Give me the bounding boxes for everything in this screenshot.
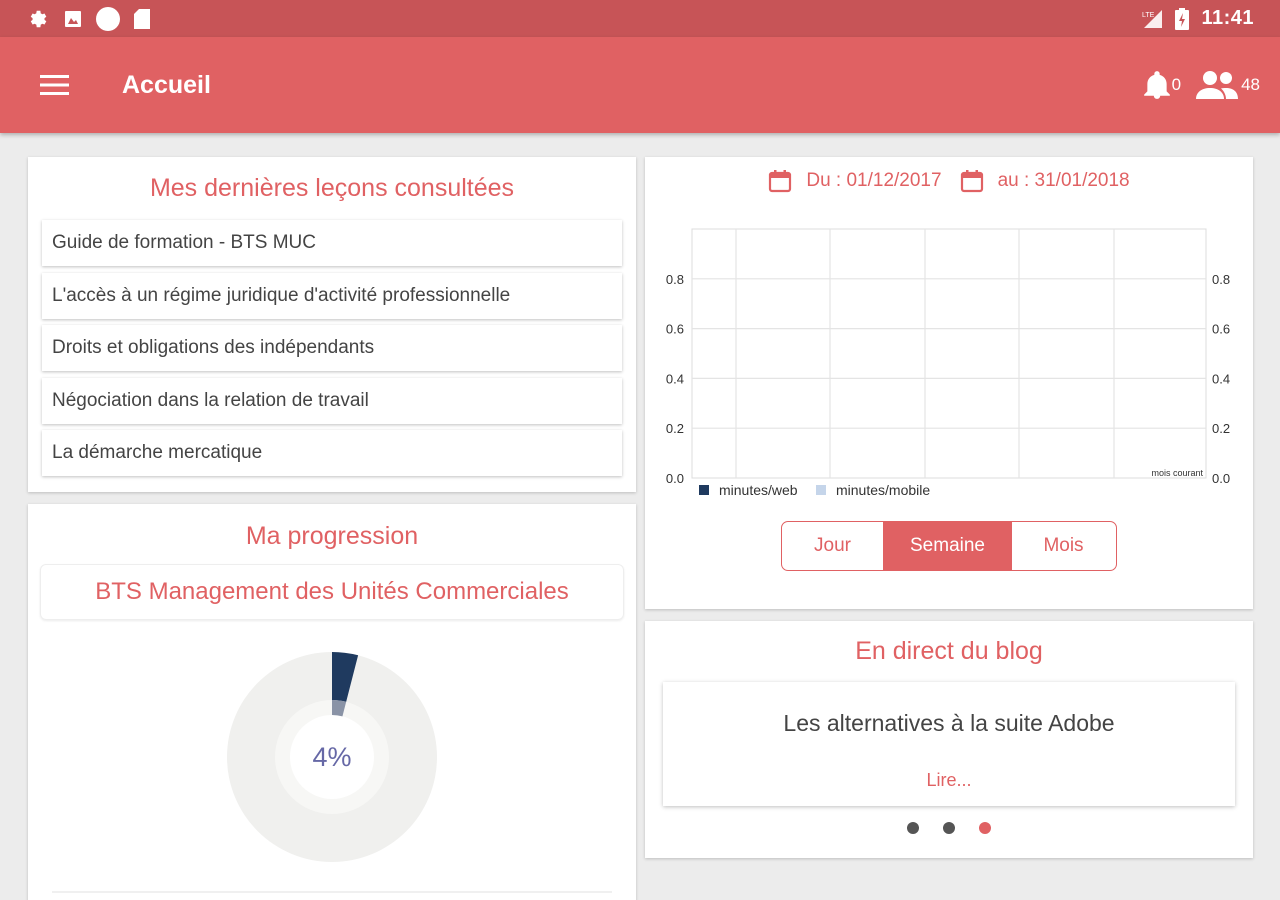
battery-charging-icon bbox=[1175, 7, 1190, 30]
gear-icon bbox=[30, 10, 47, 27]
blog-headline: Les alternatives à la suite Adobe bbox=[783, 710, 1115, 736]
blog-post-card[interactable]: Les alternatives à la suite Adobe Lire..… bbox=[663, 682, 1235, 806]
period-week-button[interactable]: Semaine bbox=[884, 522, 1012, 570]
stats-card: Du : 01/12/2017 au : 31/01/2018 0.0 0.2 0.… bbox=[645, 157, 1253, 609]
status-icons-right: LTE 11:41 bbox=[1141, 7, 1254, 30]
divider bbox=[52, 891, 612, 893]
users-count: 48 bbox=[1241, 75, 1260, 94]
chart-annotation: mois courant bbox=[1151, 468, 1203, 478]
read-more-link[interactable]: Lire... bbox=[663, 770, 1235, 791]
blog-card: En direct du blog Les alternatives à la … bbox=[645, 621, 1253, 858]
bell-icon bbox=[1143, 71, 1170, 99]
list-item[interactable]: Négociation dans la relation de travail bbox=[42, 377, 622, 424]
signal-icon: LTE bbox=[1142, 9, 1163, 28]
chart-frame bbox=[691, 228, 1207, 479]
chart-y2-tick-label: 0.8 bbox=[1212, 272, 1230, 287]
app-bar: Accueil 0 48 bbox=[0, 37, 1280, 133]
period-day-button[interactable]: Jour bbox=[782, 522, 884, 570]
blog-title: En direct du blog bbox=[855, 637, 1043, 665]
legend-mobile-swatch bbox=[816, 485, 826, 495]
carousel-dot[interactable] bbox=[907, 822, 919, 834]
status-time: 11:41 bbox=[1201, 7, 1254, 29]
course-selector[interactable]: BTS Management des Unités Commerciales bbox=[40, 564, 624, 620]
image-icon bbox=[65, 10, 81, 27]
chart-grid bbox=[691, 228, 1207, 479]
menu-icon[interactable] bbox=[40, 74, 70, 96]
period-selector: Jour Semaine Mois bbox=[781, 521, 1117, 571]
sd-card-icon bbox=[134, 8, 150, 29]
chart-y2-axis: 0.0 0.2 0.4 0.6 0.8 bbox=[1212, 272, 1230, 486]
chart-y2-tick-label: 0.2 bbox=[1212, 421, 1230, 436]
progress-card: Ma progression BTS Management des Unités… bbox=[28, 504, 636, 900]
progress-title: Ma progression bbox=[245, 522, 419, 550]
activity-chart: 0.0 0.2 0.4 0.6 0.8 0.0 0.2 0.4 0.6 0.8 mois cou… bbox=[666, 228, 1230, 498]
carousel-dots bbox=[645, 822, 1253, 834]
list-item[interactable]: Guide de formation - BTS MUC bbox=[42, 220, 622, 266]
notifications-count: 0 bbox=[1171, 75, 1182, 94]
chart-y-tick-label: 0.0 bbox=[666, 471, 684, 486]
legend-web-swatch bbox=[699, 485, 709, 495]
page-title: Accueil bbox=[122, 70, 211, 99]
app-actions: 0 48 bbox=[1143, 70, 1260, 100]
recent-lessons-title: Mes dernières leçons consultées bbox=[149, 174, 515, 202]
chart-y-axis: 0.0 0.2 0.4 0.6 0.8 bbox=[666, 272, 684, 486]
chart-y2-tick-label: 0.4 bbox=[1212, 371, 1230, 386]
carousel-dot[interactable] bbox=[979, 822, 991, 834]
status-bar: LTE 11:41 bbox=[0, 0, 1280, 37]
circle-icon bbox=[96, 6, 120, 31]
notifications-button[interactable]: 0 bbox=[1143, 70, 1182, 100]
list-item[interactable]: La démarche mercatique bbox=[42, 430, 622, 476]
chart-y2-tick-label: 0.6 bbox=[1212, 322, 1230, 337]
legend-web-label: minutes/web bbox=[719, 482, 798, 498]
list-item[interactable]: L'accès à un régime juridique d'activité… bbox=[42, 272, 622, 319]
status-icons-left bbox=[28, 6, 150, 31]
users-icon bbox=[1196, 71, 1239, 99]
chart-y-tick-label: 0.8 bbox=[666, 272, 684, 287]
users-button[interactable]: 48 bbox=[1195, 70, 1260, 100]
period-month-button[interactable]: Mois bbox=[1012, 522, 1115, 570]
progress-percent: 4% bbox=[312, 741, 352, 772]
chart-y2-tick-label: 0.0 bbox=[1212, 471, 1230, 486]
list-item[interactable]: Droits et obligations des indépendants bbox=[42, 325, 622, 371]
chart-y-tick-label: 0.4 bbox=[666, 371, 684, 386]
carousel-dot[interactable] bbox=[943, 822, 955, 834]
recent-lessons-card: Mes dernières leçons consultées Guide de… bbox=[28, 157, 636, 492]
svg-text:LTE: LTE bbox=[1142, 12, 1155, 19]
chart-y-tick-label: 0.6 bbox=[666, 322, 684, 337]
lesson-list: Guide de formation - BTS MUC L'accès à u… bbox=[42, 220, 622, 483]
legend-mobile-label: minutes/mobile bbox=[836, 482, 930, 498]
chart-y-tick-label: 0.2 bbox=[666, 421, 684, 436]
